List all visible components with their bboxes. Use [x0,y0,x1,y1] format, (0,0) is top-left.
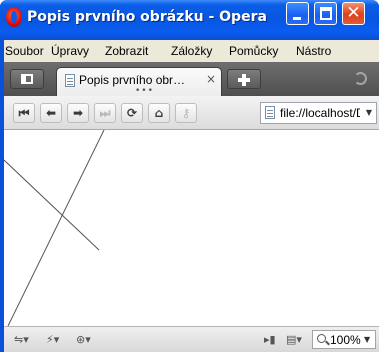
address-text: file://localhost/D [280,106,360,120]
zoom-value: 100% [330,333,361,347]
address-bar[interactable]: file://localhost/D ▼ [260,102,377,124]
trash-icon [354,72,367,85]
menu-pomucky[interactable]: Pomůcky [229,44,278,58]
menu-zalozky[interactable]: Záložky [171,44,212,58]
tab-close-icon[interactable]: × [206,70,218,86]
new-tab-button[interactable] [227,69,261,89]
panel-toggle-button[interactable] [10,69,44,89]
menu-upravy[interactable]: Úpravy [51,44,89,58]
chevron-down-icon[interactable]: ▼ [364,332,370,348]
title-bar: Popis prvního obrázku - Opera ✕ [0,0,379,40]
closed-tabs-button[interactable] [348,69,374,89]
back-button[interactable]: ⬅ [40,103,62,123]
browser-window: Popis prvního obrázku - Opera ✕ Soubor Ú… [0,0,379,352]
zoom-control[interactable]: 100% ▼ [312,330,376,349]
reload-icon: ⟳ [126,106,138,120]
maximize-icon [320,7,332,20]
close-button[interactable]: ✕ [342,2,365,25]
reload-button[interactable]: ⟳ [121,103,143,123]
wand-button[interactable]: ⚷ [175,103,197,123]
content-drawing [4,130,105,326]
page-icon [265,106,275,119]
menu-nastroje[interactable]: Nástro [296,44,331,58]
zoom-icon [317,334,326,343]
tab-active[interactable]: Popis prvního obr… × ••• [56,67,222,96]
navigation-toolbar: ⏮ ⬅ ➡ ⏭ ⟳ ⌂ ⚷ file://localhost/D ▼ [4,96,379,130]
close-icon: ✕ [346,3,361,23]
window-title: Popis prvního obrázku - Opera [27,9,267,25]
rewind-icon: ⏮ [18,106,30,120]
forward-icon: ➡ [72,106,84,120]
status-bar: ⇋▾ ⚡▾ ⊛▾ ▸▮ ▤▾ 100% ▼ [4,326,379,352]
forward-button[interactable]: ➡ [67,103,89,123]
home-button[interactable]: ⌂ [148,103,170,123]
new-tab-icon [238,74,250,86]
panel-toggle-icon [21,74,33,84]
panel-icon[interactable]: ▸▮ [264,333,276,347]
minimize-button[interactable] [286,2,309,25]
menu-zobrazit[interactable]: Zobrazit [105,44,148,58]
menu-soubor[interactable]: Soubor [5,44,44,58]
view-mode-icon[interactable]: ⇋▾ [14,333,29,347]
sync-icon[interactable]: ⚡▾ [46,333,59,347]
turbo-icon[interactable]: ⊛▾ [76,333,91,347]
page-content [4,130,379,326]
key-icon: ⚷ [181,106,191,120]
tab-bar: Popis prvního obr… × ••• [4,62,379,96]
minimize-icon [293,17,301,20]
maximize-button[interactable] [314,2,337,25]
fast-forward-button[interactable]: ⏭ [94,103,116,123]
home-icon: ⌂ [154,106,164,120]
tab-grip: ••• [135,86,154,96]
opera-logo-icon[interactable] [6,7,22,27]
page-icon [65,74,75,87]
back-icon: ⬅ [45,106,57,120]
menu-bar: Soubor Úpravy Zobrazit Záložky Pomůcky N… [4,40,379,62]
view-icon[interactable]: ▤▾ [286,333,302,347]
diagonal-line-2 [7,130,105,326]
rewind-button[interactable]: ⏮ [13,103,35,123]
tab-title: Popis prvního obr… [79,73,186,87]
chevron-down-icon[interactable]: ▼ [362,103,376,123]
fast-forward-icon: ⏭ [99,106,111,120]
